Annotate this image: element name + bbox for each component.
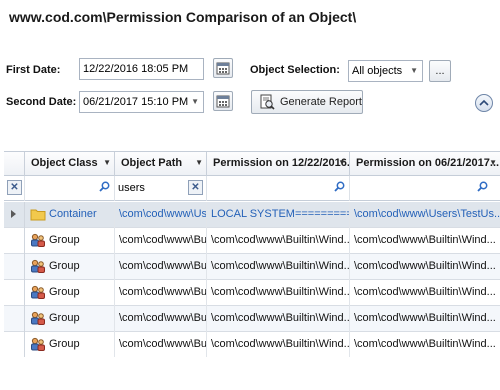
object-class-text: Group bbox=[49, 286, 80, 298]
generate-report-label: Generate Report bbox=[280, 96, 362, 108]
cell-object-class: Group bbox=[25, 228, 115, 254]
object-class-text: Group bbox=[49, 234, 80, 246]
search-icon bbox=[334, 181, 345, 192]
cell-permission-first: \com\cod\www\Builtin\Wind... bbox=[207, 254, 350, 280]
cell-permission-second: \com\cod\www\Users\TestUs... bbox=[354, 208, 500, 220]
group-icon bbox=[31, 285, 45, 299]
object-class-text: Group bbox=[49, 260, 80, 272]
clear-filter-icon[interactable]: ✕ bbox=[188, 180, 203, 195]
collapse-up-icon bbox=[479, 99, 489, 106]
cell-object-path: \com\cod\www\Bu... bbox=[115, 254, 207, 280]
chevron-down-icon: ▼ bbox=[338, 158, 346, 167]
cell-permission-second: \com\cod\www\Builtin\Wind... bbox=[354, 312, 496, 324]
cell-object-path: \com\cod\www\Bu... bbox=[115, 228, 207, 254]
column-header-permission-first[interactable]: Permission on 12/22/2016... ▼ bbox=[207, 152, 350, 176]
cell-object-class: Container bbox=[25, 202, 115, 228]
row-indicator bbox=[4, 332, 25, 357]
filter-object-class[interactable] bbox=[25, 176, 115, 201]
row-indicator bbox=[4, 228, 25, 254]
filter-clear-cell: ✕ bbox=[4, 176, 25, 201]
row-indicator-header bbox=[4, 152, 25, 176]
calendar-icon bbox=[216, 95, 230, 108]
collapse-panel-button[interactable] bbox=[475, 94, 493, 112]
filter-permission-first[interactable] bbox=[207, 176, 350, 201]
first-date-label: First Date: bbox=[6, 64, 61, 76]
chevron-down-icon: ▼ bbox=[489, 158, 497, 167]
object-selection-label: Object Selection: bbox=[250, 64, 340, 76]
chevron-down-icon: ▼ bbox=[191, 97, 199, 106]
filter-permission-second[interactable] bbox=[350, 176, 500, 201]
table-row[interactable]: Group \com\cod\www\Bu... \com\cod\www\Bu… bbox=[4, 306, 500, 332]
cell-permission-second: \com\cod\www\Builtin\Wind... bbox=[354, 260, 496, 272]
cell-permission-first: \com\cod\www\Builtin\Wind... bbox=[207, 280, 350, 306]
search-icon bbox=[99, 181, 110, 192]
cell-object-path: \com\cod\www\Bu... bbox=[115, 280, 207, 306]
cell-object-class: Group bbox=[25, 332, 115, 357]
row-indicator bbox=[4, 254, 25, 280]
cell-object-class: Group bbox=[25, 280, 115, 306]
second-date-label: Second Date: bbox=[6, 96, 77, 108]
cell-permission-second: \com\cod\www\Builtin\Wind... bbox=[354, 286, 496, 298]
row-indicator bbox=[4, 202, 25, 228]
cell-permission-second: \com\cod\www\Builtin\Wind... bbox=[354, 234, 496, 246]
folder-icon bbox=[30, 209, 46, 221]
table-row[interactable]: Group \com\cod\www\Bu... \com\cod\www\Bu… bbox=[4, 280, 500, 306]
second-date-field[interactable]: 06/21/2017 15:10 PM ▼ bbox=[79, 91, 204, 113]
chevron-down-icon: ▼ bbox=[103, 158, 111, 167]
filter-row: ✕ users ✕ bbox=[4, 176, 500, 201]
search-icon bbox=[477, 181, 488, 192]
table-row[interactable]: Group \com\cod\www\Bu... \com\cod\www\Bu… bbox=[4, 254, 500, 280]
calendar-icon bbox=[216, 62, 230, 75]
table-row[interactable]: Group \com\cod\www\Bu... \com\cod\www\Bu… bbox=[4, 228, 500, 254]
second-date-value: 06/21/2017 15:10 PM bbox=[83, 96, 189, 108]
column-header-label: Permission on 12/22/2016... bbox=[213, 157, 350, 169]
cell-permission-first: \com\cod\www\Builtin\Wind... bbox=[207, 306, 350, 332]
column-header-label: Object Path bbox=[121, 157, 183, 169]
group-icon bbox=[31, 233, 45, 247]
column-header-object-path[interactable]: Object Path ▼ bbox=[115, 152, 207, 176]
cell-permission-first: LOCAL SYSTEM===========... bbox=[207, 202, 350, 228]
group-icon bbox=[31, 311, 45, 325]
cell-object-path: \com\cod\www\Bu... bbox=[115, 306, 207, 332]
cell-permission-first: \com\cod\www\Builtin\Wind... bbox=[207, 332, 350, 357]
clear-filter-icon[interactable]: ✕ bbox=[7, 180, 22, 195]
object-class-text: Container bbox=[49, 208, 97, 220]
column-header-permission-second[interactable]: Permission on 06/21/2017... ▼ bbox=[350, 152, 500, 176]
object-class-text: Group bbox=[49, 338, 80, 350]
grid-header: Object Class ▼ Object Path ▼ Permission on… bbox=[4, 152, 500, 176]
table-row[interactable]: Group \com\cod\www\Bu... \com\cod\www\Bu… bbox=[4, 332, 500, 357]
row-pointer-icon bbox=[11, 210, 16, 218]
cell-object-path: \com\cod\www\Us... bbox=[115, 202, 207, 228]
cell-permission-first: \com\cod\www\Builtin\Wind... bbox=[207, 228, 350, 254]
page-title: www.cod.com\Permission Comparison of an … bbox=[9, 9, 357, 25]
first-date-field[interactable]: 12/22/2016 18:05 PM bbox=[79, 58, 204, 80]
chevron-down-icon: ▼ bbox=[195, 158, 203, 167]
object-class-text: Group bbox=[49, 312, 80, 324]
column-header-label: Permission on 06/21/2017... bbox=[356, 157, 500, 169]
first-date-calendar-button[interactable] bbox=[213, 58, 233, 78]
chevron-down-icon: ▼ bbox=[410, 66, 418, 75]
column-header-object-class[interactable]: Object Class ▼ bbox=[25, 152, 115, 176]
cell-object-class: Group bbox=[25, 306, 115, 332]
browse-objects-button[interactable]: ... bbox=[429, 60, 451, 82]
filter-object-path-value: users bbox=[118, 182, 145, 194]
row-indicator bbox=[4, 280, 25, 306]
row-indicator bbox=[4, 306, 25, 332]
results-grid: Object Class ▼ Object Path ▼ Permission on… bbox=[4, 151, 500, 357]
object-selection-value: All objects bbox=[352, 65, 403, 77]
generate-report-button[interactable]: Generate Report bbox=[251, 90, 363, 114]
table-row[interactable]: Container \com\cod\www\Us... LOCAL SYSTE… bbox=[4, 202, 500, 228]
filter-object-path[interactable]: users ✕ bbox=[115, 176, 207, 201]
cell-object-path: \com\cod\www\Bu... bbox=[115, 332, 207, 357]
cell-permission-second: \com\cod\www\Builtin\Wind... bbox=[354, 338, 496, 350]
second-date-calendar-button[interactable] bbox=[213, 91, 233, 111]
column-header-label: Object Class bbox=[31, 157, 98, 169]
object-selection-dropdown[interactable]: All objects ▼ bbox=[348, 60, 423, 82]
first-date-value: 12/22/2016 18:05 PM bbox=[83, 63, 189, 75]
report-icon bbox=[260, 94, 275, 110]
group-icon bbox=[31, 337, 45, 351]
cell-object-class: Group bbox=[25, 254, 115, 280]
group-icon bbox=[31, 259, 45, 273]
